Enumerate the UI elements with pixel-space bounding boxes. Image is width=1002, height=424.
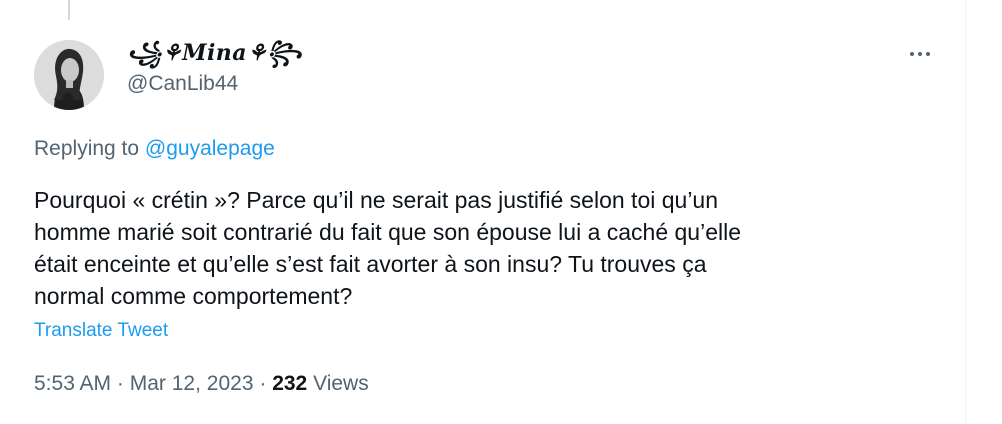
tweet-text: Pourquoi « crétin »? Parce qu’il ne sera… xyxy=(34,184,934,312)
tweet-text-line: homme marié soit contrarié du fait que s… xyxy=(34,219,742,245)
views-label[interactable]: Views xyxy=(313,372,369,395)
replying-prefix: Replying to xyxy=(34,137,140,160)
more-options-button[interactable] xyxy=(903,44,937,64)
username[interactable]: @CanLib44 xyxy=(127,72,238,96)
tweet-text-line: normal comme comportement? xyxy=(34,283,353,309)
avatar-photo-icon xyxy=(34,40,104,110)
tweet-text-line: était enceinte et qu’elle s’est fait avo… xyxy=(34,251,707,277)
tweet-date[interactable]: Mar 12, 2023 xyxy=(130,372,254,395)
views-count[interactable]: 232 xyxy=(272,372,307,395)
meta-separator: · xyxy=(259,372,267,395)
replying-to-mention-link[interactable]: @guyalepage xyxy=(145,137,275,160)
meta-separator: · xyxy=(116,372,124,395)
avatar[interactable] xyxy=(34,40,104,110)
more-dots-icon xyxy=(910,52,930,56)
tweet-metadata: 5:53 AM · Mar 12, 2023 · 232 Views xyxy=(34,372,369,396)
tweet-card: ꧁⚘Mina⚘꧂ @CanLib44 Replying to @guyalepa… xyxy=(0,0,966,424)
tweet-text-line: Pourquoi « crétin »? Parce qu’il ne sera… xyxy=(34,187,719,213)
translate-tweet-link[interactable]: Translate Tweet xyxy=(34,320,168,342)
replying-to-line: Replying to @guyalepage xyxy=(34,137,275,161)
tweet-time[interactable]: 5:53 AM xyxy=(34,372,111,395)
thread-connector-line xyxy=(68,0,70,20)
